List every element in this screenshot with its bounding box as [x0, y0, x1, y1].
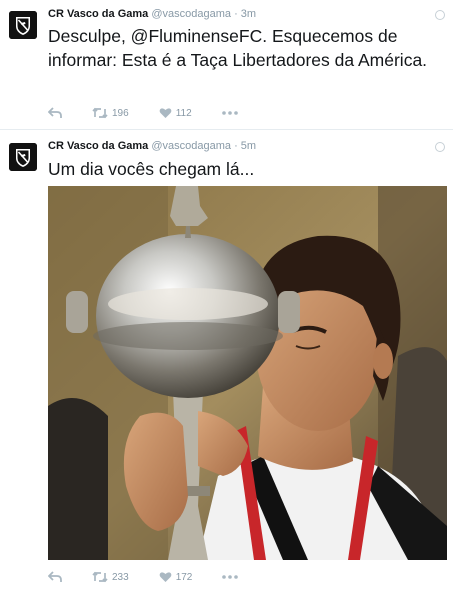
author-name[interactable]: CR Vasco da Gama — [48, 140, 148, 152]
retweet-icon — [92, 107, 108, 119]
tweet-actions: 196 112 — [48, 104, 268, 122]
reply-icon — [48, 107, 62, 118]
retweet-count: 196 — [112, 107, 129, 119]
retweet-icon — [92, 571, 108, 583]
tweet[interactable]: CR Vasco da Gama @vascodagama · 3m Descu… — [0, 0, 453, 130]
vasco-crest-icon — [9, 143, 37, 171]
caret-icon[interactable] — [435, 10, 445, 20]
separator: · — [234, 8, 238, 20]
more-icon — [222, 575, 239, 579]
tweet[interactable]: CR Vasco da Gama @vascodagama · 5m Um di… — [0, 130, 453, 600]
tweet-text: Desculpe, @FluminenseFC. Esquecemos de i… — [48, 26, 428, 70]
author-handle[interactable]: @vascodagama — [151, 140, 231, 152]
tweet-photo[interactable] — [48, 186, 447, 560]
timestamp[interactable]: 3m — [241, 8, 256, 20]
retweet-button[interactable]: 233 — [92, 571, 129, 583]
heart-icon — [159, 572, 172, 582]
like-count: 112 — [175, 107, 192, 119]
heart-icon — [159, 108, 172, 118]
author-handle[interactable]: @vascodagama — [151, 8, 231, 20]
more-icon — [221, 111, 238, 115]
tweet-header: CR Vasco da Gama @vascodagama · 5m — [48, 140, 256, 152]
trophy-kiss-photo — [48, 186, 447, 560]
tweet-header: CR Vasco da Gama @vascodagama · 3m — [48, 8, 256, 20]
timestamp[interactable]: 5m — [241, 140, 256, 152]
retweet-button[interactable]: 196 — [92, 107, 129, 119]
like-button[interactable]: 172 — [159, 571, 193, 583]
more-button[interactable] — [222, 575, 239, 579]
like-count: 172 — [175, 571, 193, 583]
like-button[interactable]: 112 — [159, 107, 192, 119]
reply-button[interactable] — [48, 107, 62, 119]
avatar[interactable] — [9, 143, 37, 171]
caret-icon[interactable] — [435, 142, 445, 152]
author-name[interactable]: CR Vasco da Gama — [48, 8, 148, 20]
reply-icon — [48, 571, 62, 582]
more-button[interactable] — [221, 111, 238, 115]
reply-button[interactable] — [48, 571, 62, 583]
retweet-count: 233 — [112, 571, 129, 583]
tweet-text: Um dia vocês chegam lá... — [48, 159, 255, 179]
avatar[interactable] — [9, 11, 37, 39]
vasco-crest-icon — [9, 11, 37, 39]
separator: · — [234, 140, 238, 152]
tweet-actions: 233 172 — [48, 568, 268, 586]
